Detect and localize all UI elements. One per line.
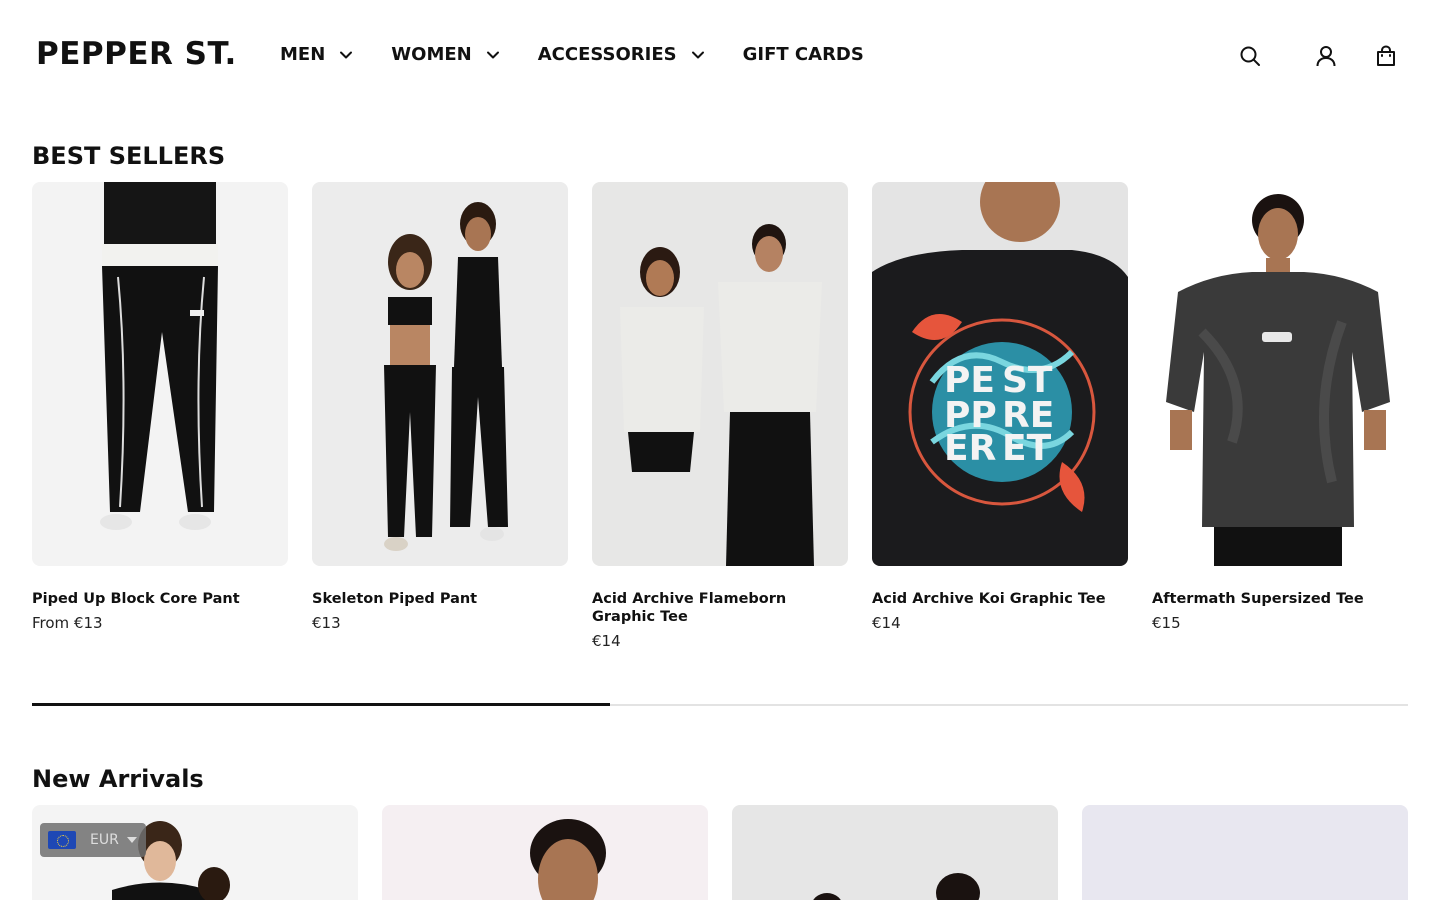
nav-item-men[interactable]: MEN [280,44,353,65]
site-logo[interactable]: PEPPER ST. [36,36,237,72]
search-button[interactable] [1236,42,1264,70]
account-icon [1316,46,1336,67]
svg-text:ER: ER [944,428,996,469]
new-arrivals-title: New Arrivals [32,765,204,793]
currency-code: EUR [90,832,119,848]
carousel-scrollbar[interactable] [32,703,1408,706]
product-card[interactable]: Skeleton Piped Pant €13 [312,182,568,632]
chevron-down-icon [486,51,499,58]
new-arrival-card[interactable] [732,805,1058,900]
cart-button[interactable] [1372,42,1400,70]
supersized-tee-image [1166,194,1390,566]
product-card[interactable]: PE ST PP RE ER ET Acid Archive Koi Graphic … [872,182,1128,632]
eu-flag-icon [48,831,76,849]
models-image [384,202,508,551]
new-arrival-card[interactable] [382,805,708,900]
account-button[interactable] [1312,42,1340,70]
caret-down-icon [126,837,137,843]
product-name[interactable]: Piped Up Block Core Pant [32,590,288,608]
nav-item-label: GIFT CARDS [742,44,864,65]
product-name[interactable]: Acid Archive Koi Graphic Tee [872,590,1128,608]
product-card[interactable]: Acid Archive Flameborn Graphic Tee €14 [592,182,848,650]
product-image[interactable] [592,182,848,566]
currency-selector[interactable]: EUR [40,823,146,857]
product-image[interactable] [1152,182,1408,566]
product-price: €14 [872,614,901,632]
chevron-down-icon [691,51,704,58]
product-image [530,819,606,900]
nav-item-label: WOMEN [391,44,472,65]
product-image[interactable]: PE ST PP RE ER ET [872,182,1128,566]
product-card[interactable]: Aftermath Supersized Tee €15 [1152,182,1408,632]
nav-item-label: MEN [280,44,326,65]
nav-item-accessories[interactable]: ACCESSORIES [538,44,705,65]
main-nav: MEN WOMEN ACCESSORIES GIFT CARDS [280,44,902,65]
product-price: €15 [1152,614,1181,632]
product-price: From €13 [32,614,103,632]
product-price: €14 [592,632,621,650]
cart-icon [1377,45,1395,66]
koi-tee-image: PE ST PP RE ER ET [872,182,1128,566]
product-image[interactable] [32,182,288,566]
nav-item-label: ACCESSORIES [537,44,677,65]
search-icon [1240,46,1260,66]
new-arrival-card[interactable] [1082,805,1408,900]
pants-image [100,182,218,530]
chevron-down-icon [340,51,353,58]
carousel-scrollbar-thumb[interactable] [32,703,610,706]
product-image[interactable] [312,182,568,566]
tees-image [620,224,822,566]
product-name[interactable]: Aftermath Supersized Tee [1152,590,1408,608]
product-card[interactable]: Piped Up Block Core Pant From €13 [32,182,288,632]
product-name[interactable]: Skeleton Piped Pant [312,590,568,608]
nav-item-women[interactable]: WOMEN [391,44,499,65]
site-header: PEPPER ST. MEN WOMEN ACCESSORIES GIFT CA… [0,0,1440,112]
svg-text:ET: ET [1002,428,1052,469]
nav-item-gift-cards[interactable]: GIFT CARDS [743,44,864,65]
product-price: €13 [312,614,341,632]
product-image [813,873,980,900]
best-sellers-title: BEST SELLERS [32,142,226,170]
product-name[interactable]: Acid Archive Flameborn Graphic Tee [592,590,848,626]
